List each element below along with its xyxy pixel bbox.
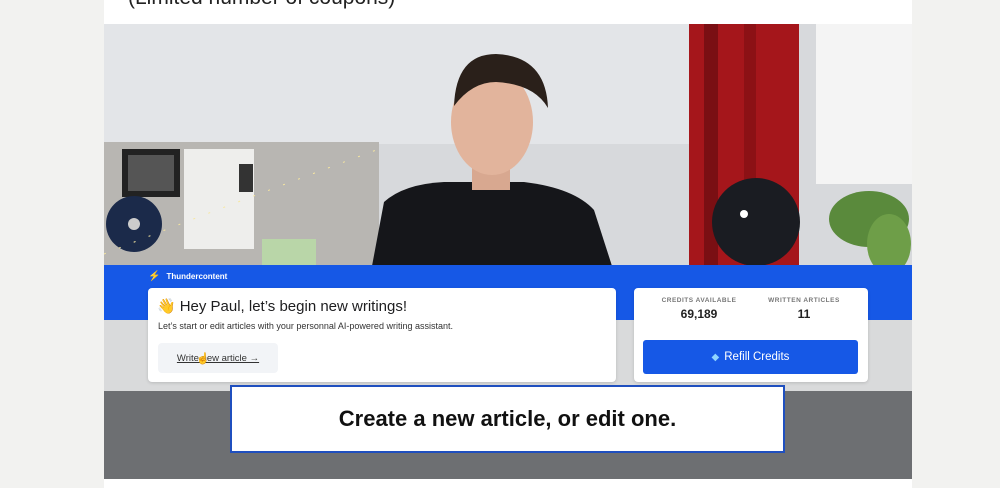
write-new-article-button[interactable]: Write new article → xyxy=(158,343,278,373)
coupon-heading: (Limited number of coupons) xyxy=(128,0,395,10)
stats-card: CREDITS AVAILABLE 69,189 WRITTEN ARTICLE… xyxy=(634,288,868,382)
stat-value: 11 xyxy=(797,307,811,321)
diamond-icon: ◆ xyxy=(711,351,720,363)
written-articles-stat: WRITTEN ARTICLES 11 xyxy=(749,297,859,321)
brand-name: Thundercontent xyxy=(166,272,228,281)
welcome-card: 👋 Hey Paul, let’s begin new writings! Le… xyxy=(148,288,616,382)
credits-available-stat: CREDITS AVAILABLE 69,189 xyxy=(644,297,754,321)
greeting-subtext: Let’s start or edit articles with your p… xyxy=(158,321,453,331)
lightning-icon: ⚡ xyxy=(148,271,161,282)
video-caption: Create a new article, or edit one. xyxy=(230,385,785,453)
mouse-cursor-icon: ☝ xyxy=(196,353,210,365)
waving-hand-icon: 👋 xyxy=(157,298,176,315)
video-background-scene xyxy=(104,24,912,266)
stat-value: 69,189 xyxy=(680,307,718,321)
page-content: (Limited number of coupons) xyxy=(104,0,912,488)
refill-credits-button[interactable]: ◆ Refill Credits xyxy=(643,340,858,374)
greeting-heading: 👋 Hey Paul, let’s begin new writings! xyxy=(157,297,408,316)
greeting-text: Hey Paul, let’s begin new writings! xyxy=(179,297,408,315)
write-new-article-label: Write new article → xyxy=(176,352,260,364)
app-brand: ⚡ Thundercontent xyxy=(148,271,227,282)
refill-credits-label: Refill Credits xyxy=(724,351,790,363)
stat-label: WRITTEN ARTICLES xyxy=(768,297,840,304)
video-player[interactable]: ⚡ Thundercontent 👋 Hey Paul, let’s begin… xyxy=(104,24,912,479)
stat-label: CREDITS AVAILABLE xyxy=(661,297,737,304)
